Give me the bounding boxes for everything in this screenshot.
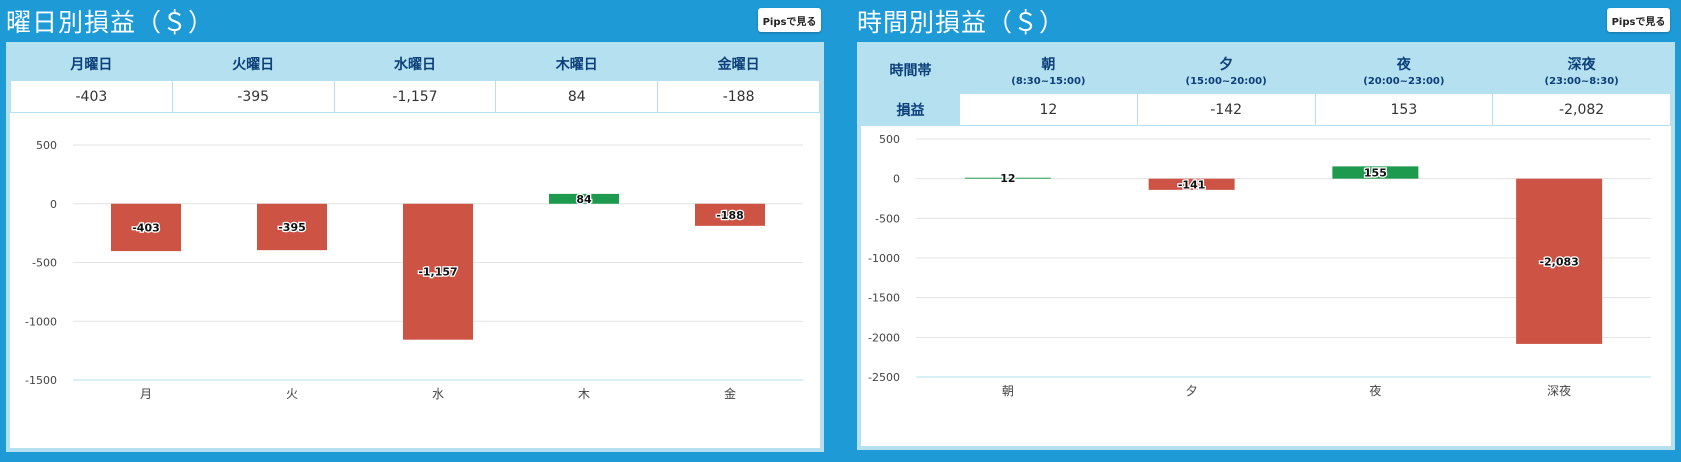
timeslot-pips-button[interactable]: Pipsで見る xyxy=(1607,8,1670,32)
timeslot-panel-title: 時間別損益（＄） xyxy=(857,8,1066,37)
timeslot-header-evening: 夕 (15:00~20:00) xyxy=(1136,46,1316,94)
timeslot-header-latenight-range: (23:00~8:30) xyxy=(1544,75,1619,87)
timeslot-category-label: 深夜 xyxy=(1547,383,1571,398)
timeslot-value-header: 損益 xyxy=(861,93,960,126)
weekday-value-thu: 84 xyxy=(495,80,659,113)
timeslot-header-evening-range: (15:00~20:00) xyxy=(1185,75,1267,87)
timeslot-ytick-label: -500 xyxy=(875,212,900,225)
timeslot-header-morning-range: (8:30~15:00) xyxy=(1011,75,1086,87)
timeslot-table: 時間帯 朝 (8:30~15:00) 夕 (15:00~20:00) 夜 (20… xyxy=(861,46,1671,126)
weekday-header-fri: 金曜日 xyxy=(657,46,820,81)
timeslot-header-night-range: (20:00~23:00) xyxy=(1363,75,1445,87)
weekday-value-tue: -395 xyxy=(171,80,335,113)
timeslot-header-latenight: 深夜 (23:00~8:30) xyxy=(1492,46,1671,94)
timeslot-value-morning: 12 xyxy=(959,93,1138,126)
timeslot-chart: 500 0 -500 -1000 -1500 -2000 -2500 12 朝 -141 夕 155 夜… xyxy=(868,133,1651,398)
timeslot-card-inner: 時間帯 朝 (8:30~15:00) 夕 (15:00~20:00) 夜 (20… xyxy=(861,46,1671,446)
timeslot-card: 時間帯 朝 (8:30~15:00) 夕 (15:00~20:00) 夜 (20… xyxy=(857,42,1675,450)
timeslot-header-night: 夜 (20:00~23:00) xyxy=(1314,46,1494,94)
weekday-table: 月曜日 火曜日 水曜日 木曜日 金曜日 -403 -395 -1,157 84 … xyxy=(10,46,820,113)
timeslot-ytick-label: -2500 xyxy=(868,371,900,384)
weekday-value-mon: -403 xyxy=(10,80,173,113)
weekday-chart: 500 0 -500 -1000 -1500 -403 月 -395 火 -1,157 水 84 木 -1… xyxy=(25,139,803,401)
timeslot-category-label: 夜 xyxy=(1369,383,1381,398)
weekday-data-label: -1,157 xyxy=(418,266,457,279)
weekday-header-thu: 木曜日 xyxy=(495,46,659,81)
weekday-ytick-label: -1000 xyxy=(25,315,57,328)
weekday-ytick-label: -500 xyxy=(32,257,57,270)
timeslot-data-label: -141 xyxy=(1178,178,1206,191)
timeslot-header-morning: 朝 (8:30~15:00) xyxy=(959,46,1138,94)
timeslot-ytick-label: -1500 xyxy=(868,292,900,305)
weekday-ytick-label: 500 xyxy=(36,139,57,152)
timeslot-value-latenight: -2,082 xyxy=(1492,93,1671,126)
timeslot-category-label: 夕 xyxy=(1186,384,1198,398)
weekday-pips-button[interactable]: Pipsで見る xyxy=(758,8,821,32)
weekday-header-mon: 月曜日 xyxy=(10,46,173,81)
timeslot-data-label: -2,083 xyxy=(1539,255,1578,268)
weekday-value-wed: -1,157 xyxy=(333,80,497,113)
weekday-data-label: 84 xyxy=(576,193,592,206)
weekday-data-label: -395 xyxy=(278,221,306,234)
timeslot-data-label: 155 xyxy=(1364,167,1387,180)
weekday-category-label: 木 xyxy=(578,387,590,401)
weekday-ytick-label: -1500 xyxy=(25,374,57,387)
weekday-category-label: 水 xyxy=(432,387,444,401)
weekday-category-label: 火 xyxy=(286,387,298,401)
weekday-data-label: -403 xyxy=(132,221,160,234)
timeslot-data-label: 12 xyxy=(1000,172,1015,185)
timeslot-ytick-label: 500 xyxy=(879,133,900,146)
timeslot-value-evening: -142 xyxy=(1136,93,1316,126)
weekday-header-tue: 火曜日 xyxy=(171,46,335,81)
weekday-ytick-label: 0 xyxy=(50,198,57,211)
timeslot-ytick-label: 0 xyxy=(893,173,900,186)
timeslot-category-label: 朝 xyxy=(1002,384,1014,398)
timeslot-ytick-label: -2000 xyxy=(868,331,900,344)
weekday-card: 月曜日 火曜日 水曜日 木曜日 金曜日 -403 -395 -1,157 84 … xyxy=(6,42,824,452)
weekday-panel-title: 曜日別損益（＄） xyxy=(6,8,215,37)
weekday-data-label: -188 xyxy=(716,209,744,222)
timeslot-header-morning-label: 朝 xyxy=(1041,56,1056,73)
timeslot-row-header: 時間帯 xyxy=(861,46,960,94)
weekday-category-label: 金 xyxy=(724,386,736,401)
weekday-value-fri: -188 xyxy=(657,80,820,113)
timeslot-header-latenight-label: 深夜 xyxy=(1567,56,1596,73)
weekday-card-inner: 月曜日 火曜日 水曜日 木曜日 金曜日 -403 -395 -1,157 84 … xyxy=(10,46,820,448)
timeslot-value-night: 153 xyxy=(1314,93,1494,126)
timeslot-header-night-label: 夜 xyxy=(1396,56,1411,73)
weekday-category-label: 月 xyxy=(140,387,152,401)
weekday-header-wed: 水曜日 xyxy=(333,46,497,81)
timeslot-header-evening-label: 夕 xyxy=(1219,56,1234,73)
timeslot-ytick-label: -1000 xyxy=(868,252,900,265)
